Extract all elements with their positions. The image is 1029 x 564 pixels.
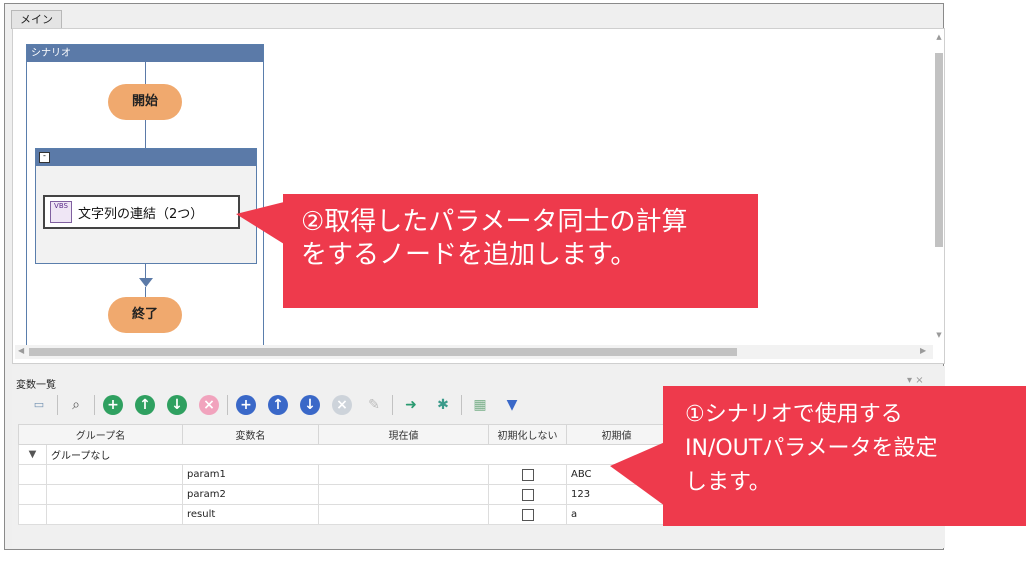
column-header-variable-name[interactable]: 変数名 [182, 424, 319, 445]
scrollbar-thumb[interactable] [935, 53, 943, 247]
activity-string-concat[interactable]: VBS 文字列の連結（2つ） [43, 195, 240, 229]
vbs-script-icon: VBS [50, 201, 72, 223]
variable-type-icon[interactable]: ▭ [29, 395, 49, 415]
panel-window-controls[interactable]: ▾ × [907, 375, 924, 386]
add-group-icon[interactable]: + [103, 395, 123, 415]
variable-name[interactable]: param1 [182, 464, 319, 485]
group-header: - [36, 149, 256, 166]
search-icon[interactable]: ⌕ [66, 395, 86, 415]
scrollbar-thumb[interactable] [29, 348, 737, 356]
settings-icon[interactable]: ✱ [433, 395, 453, 415]
column-header-no-init[interactable]: 初期化しない [488, 424, 567, 445]
add-variable-icon[interactable]: + [236, 395, 256, 415]
scenario-container[interactable]: シナリオ 開始 - VBS 文字列の連結（2つ） 終了 [26, 44, 264, 354]
no-init-cell [488, 504, 567, 525]
variable-name[interactable]: param2 [182, 484, 319, 505]
connector-line [145, 120, 146, 148]
callout-add-node: ②取得したパラメータ同士の計算 をするノードを追加します。 [283, 194, 758, 308]
move-variable-down-icon[interactable]: ↓ [300, 395, 320, 415]
no-init-checkbox[interactable] [521, 488, 534, 501]
delete-group-icon[interactable]: × [199, 395, 219, 415]
expand-toggle-icon[interactable]: ▼ [18, 444, 47, 465]
callout-text: ②取得したパラメータ同士の計算 をするノードを追加します。 [301, 207, 688, 270]
scroll-down-icon[interactable]: ▼ [933, 331, 944, 339]
connector-line [145, 62, 146, 84]
current-value[interactable] [318, 484, 489, 505]
no-init-checkbox[interactable] [521, 508, 534, 521]
scroll-right-icon[interactable]: ▶ [920, 346, 926, 355]
tab-main[interactable]: メイン [11, 10, 62, 29]
move-group-down-icon[interactable]: ↓ [167, 395, 187, 415]
activity-label: 文字列の連結（2つ） [78, 206, 204, 222]
sequence-group[interactable]: - VBS 文字列の連結（2つ） [35, 148, 257, 264]
current-value[interactable] [318, 464, 489, 485]
horizontal-scrollbar[interactable]: ◀ ▶ [15, 345, 933, 359]
connector-line [145, 287, 146, 297]
panel-title: 変数一覧 [16, 380, 56, 391]
connector-line [145, 264, 146, 278]
callout-text: ①シナリオで使用する IN/OUTパラメータを設定 します。 [685, 402, 938, 495]
arrow-down-icon [139, 278, 153, 287]
table-icon[interactable]: ▦ [470, 395, 490, 415]
export-icon[interactable]: ▼ [502, 395, 522, 415]
column-header-group[interactable]: グループ名 [18, 424, 183, 445]
scroll-up-icon[interactable]: ▲ [933, 33, 944, 41]
no-init-checkbox[interactable] [521, 468, 534, 481]
edit-icon[interactable]: ✎ [364, 395, 384, 415]
no-init-cell [488, 464, 567, 485]
callout-pointer [236, 202, 284, 244]
scroll-left-icon[interactable]: ◀ [18, 346, 24, 355]
delete-variable-icon[interactable]: × [332, 395, 352, 415]
start-node[interactable]: 開始 [108, 84, 182, 120]
current-value[interactable] [318, 504, 489, 525]
callout-pointer [610, 442, 665, 506]
collapse-button[interactable]: - [39, 152, 50, 163]
callout-parameters: ①シナリオで使用する IN/OUTパラメータを設定 します。 [663, 386, 1026, 526]
import-icon[interactable]: ➜ [401, 395, 421, 415]
variables-toolbar: ▭ ⌕ + ↑ ↓ × + ↑ ↓ × ✎ ➜ ✱ ▦ ▼ [23, 392, 528, 418]
move-group-up-icon[interactable]: ↑ [135, 395, 155, 415]
column-header-current-value[interactable]: 現在値 [318, 424, 489, 445]
variable-name[interactable]: result [182, 504, 319, 525]
vertical-scrollbar[interactable]: ▲ ▼ [933, 31, 944, 345]
move-variable-up-icon[interactable]: ↑ [268, 395, 288, 415]
scenario-title: シナリオ [27, 45, 263, 62]
end-node[interactable]: 終了 [108, 297, 182, 333]
no-init-cell [488, 484, 567, 505]
